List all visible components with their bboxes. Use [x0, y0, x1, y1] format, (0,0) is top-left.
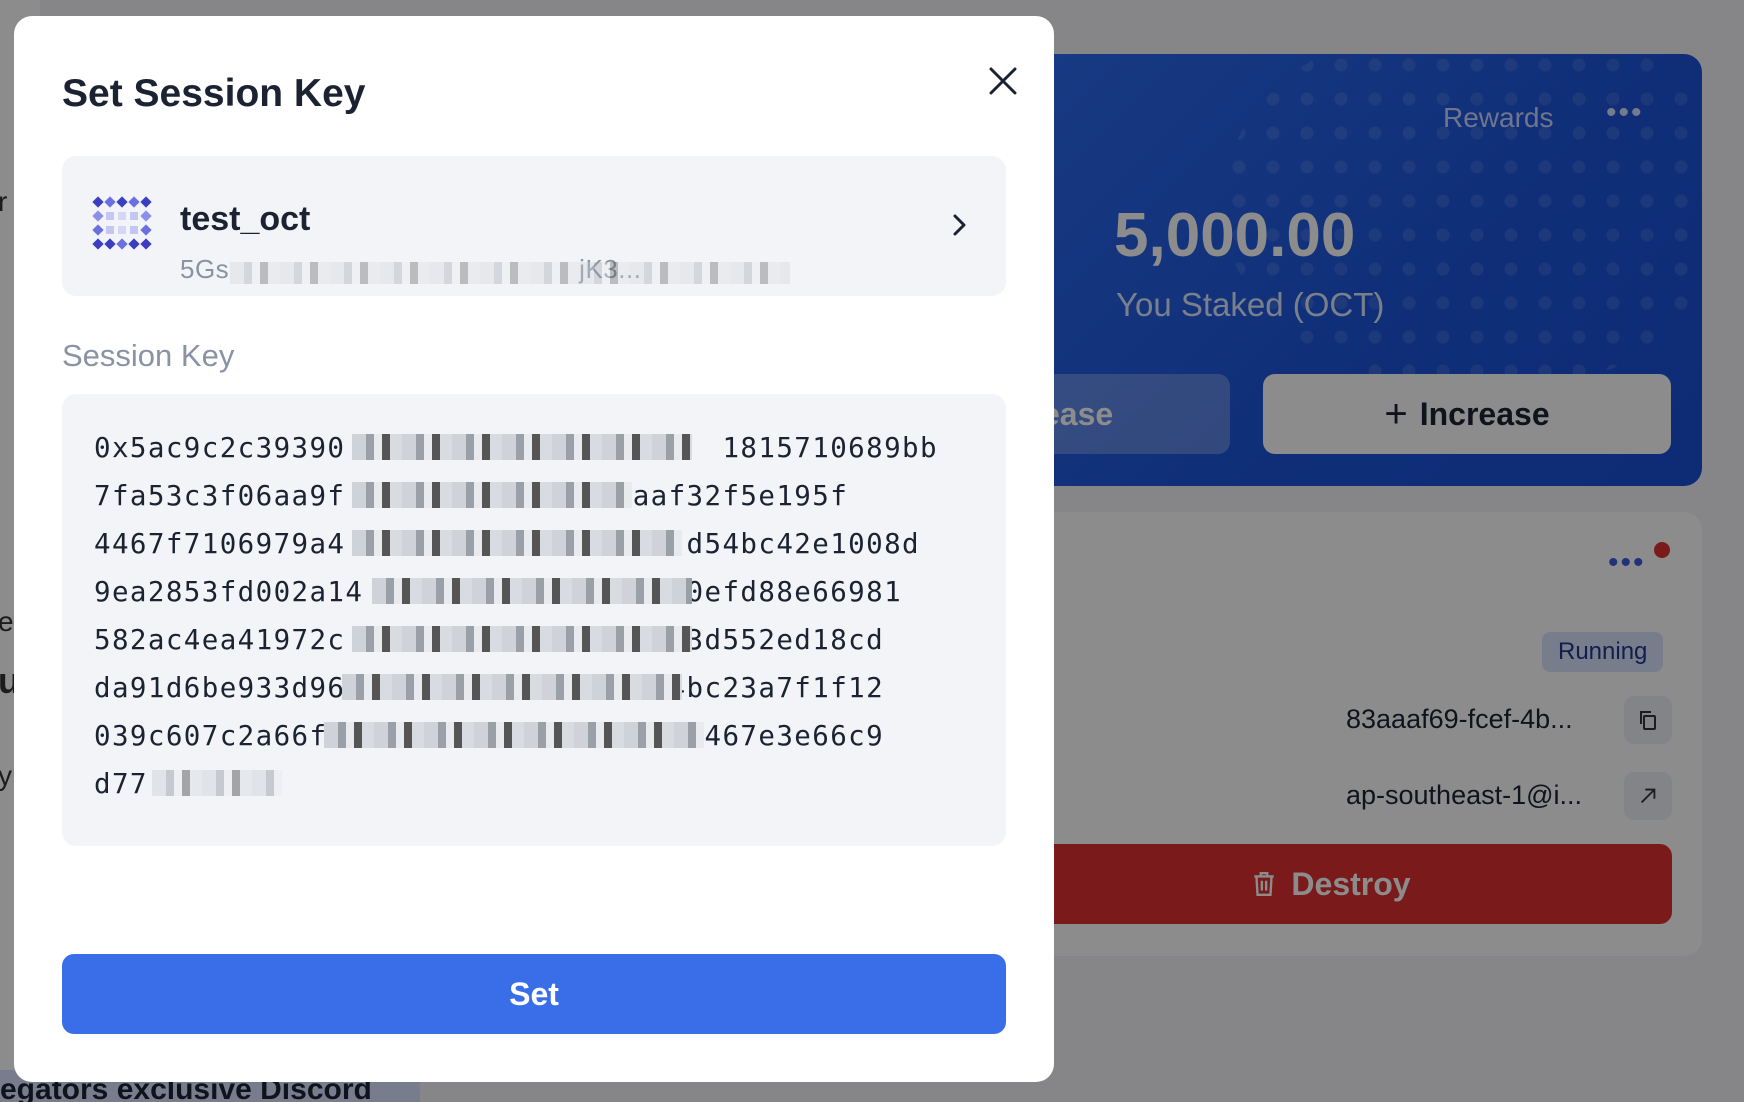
redaction: [342, 674, 682, 700]
set-session-key-modal: Set Session Key test_oct 5Gs jK3... Sess…: [14, 16, 1054, 1082]
redaction: [372, 578, 692, 604]
redaction: [352, 482, 632, 508]
redaction: [152, 770, 282, 796]
redaction: [230, 262, 790, 284]
session-key-label: Session Key: [62, 338, 235, 373]
account-avatar-icon: [92, 196, 152, 250]
redaction: [324, 722, 704, 748]
close-icon: [989, 67, 1017, 95]
chevron-right-icon: [953, 214, 966, 236]
redaction: [352, 626, 692, 652]
modal-title: Set Session Key: [62, 72, 366, 115]
session-key-input[interactable]: 0x5ac9c2c39390 1815710689bb 7fa53c3f06aa…: [62, 394, 1006, 846]
redaction: [352, 530, 682, 556]
account-selector[interactable]: test_oct 5Gs jK3...: [62, 156, 1006, 296]
close-button[interactable]: [980, 58, 1026, 104]
redaction: [352, 434, 692, 460]
set-button[interactable]: Set: [62, 954, 1006, 1034]
account-name: test_oct: [180, 200, 311, 238]
